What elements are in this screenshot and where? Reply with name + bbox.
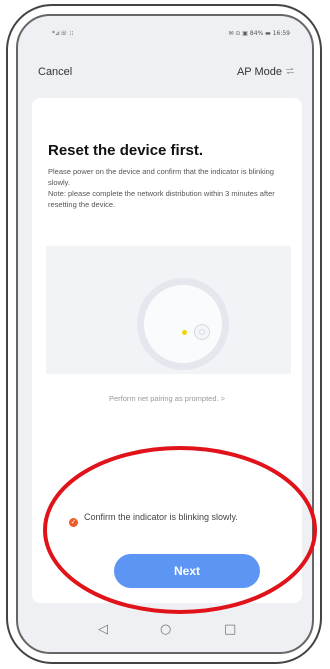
back-icon[interactable]: ◁ <box>98 622 108 637</box>
status-battery-time: ✉ ⊙ ▣ 84% ▬ 16:59 <box>228 30 290 37</box>
phone-screen: *⊿☏ ⁝⁝ ✉ ⊙ ▣ 84% ▬ 16:59 Cancel AP Mode … <box>16 14 314 654</box>
reset-button-icon <box>194 324 210 340</box>
home-icon[interactable]: ○ <box>160 622 171 637</box>
next-button[interactable]: Next <box>114 554 260 588</box>
pairing-prompt-link[interactable]: Perform net pairing as prompted. > <box>32 394 302 403</box>
content-card: Reset the device first. Please power on … <box>32 98 302 603</box>
switch-icon[interactable] <box>286 68 294 74</box>
indicator-light-icon <box>182 330 187 335</box>
top-bar: Cancel AP Mode <box>18 60 312 86</box>
confirm-label[interactable]: Confirm the indicator is blinking slowly… <box>84 511 274 523</box>
system-nav-bar: ◁ ○ □ <box>18 610 312 652</box>
status-signal-icons: *⊿☏ ⁝⁝ <box>52 30 74 37</box>
recent-apps-icon[interactable]: □ <box>224 622 236 637</box>
device-illustration <box>46 246 291 374</box>
status-bar: *⊿☏ ⁝⁝ ✉ ⊙ ▣ 84% ▬ 16:59 <box>18 16 312 50</box>
instructions-text: Please power on the device and confirm t… <box>48 167 275 209</box>
device-face <box>144 285 222 363</box>
ap-mode-button[interactable]: AP Mode <box>237 66 282 78</box>
cancel-button[interactable]: Cancel <box>38 66 72 78</box>
confirm-checkbox[interactable]: ✓ <box>69 518 78 527</box>
page-title: Reset the device first. <box>48 142 204 159</box>
